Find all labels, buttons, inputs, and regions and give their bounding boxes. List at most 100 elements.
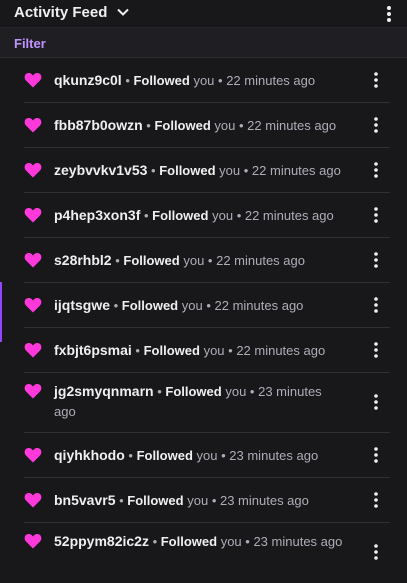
separator-dot: • <box>131 343 144 358</box>
username-link[interactable]: zeybvvkv1v53 <box>54 162 147 178</box>
activity-text: qiyhkhodo • Followed you • 23 minutes ag… <box>54 445 344 466</box>
heart-icon <box>24 448 42 463</box>
more-vertical-icon[interactable] <box>369 251 383 269</box>
activity-action: Followed <box>127 493 184 508</box>
heart-icon <box>24 298 42 313</box>
separator-dot: • <box>111 253 124 268</box>
activity-action: Followed <box>133 73 190 88</box>
filter-button[interactable]: Filter <box>14 36 46 51</box>
username-link[interactable]: p4hep3xon3f <box>54 207 140 223</box>
activity-target: you <box>220 534 242 549</box>
more-vertical-icon[interactable] <box>369 393 383 411</box>
username-link[interactable]: qkunz9c0l <box>54 72 122 88</box>
more-vertical-icon[interactable] <box>369 446 383 464</box>
heart-icon <box>24 493 42 508</box>
separator-dot: • <box>214 73 227 88</box>
more-vertical-icon[interactable] <box>369 341 383 359</box>
activity-text: zeybvvkv1v53 • Followed you • 22 minutes… <box>54 160 344 181</box>
list-item[interactable]: ijqtsgwe • Followed you • 22 minutes ago <box>24 283 390 328</box>
separator-dot: • <box>148 534 161 549</box>
activity-text: s28rhbl2 • Followed you • 22 minutes ago <box>54 250 344 271</box>
separator-dot: • <box>110 298 122 313</box>
username-link[interactable]: bn5vavr5 <box>54 492 115 508</box>
heart-icon <box>24 384 42 399</box>
separator-dot: • <box>202 298 215 313</box>
list-item[interactable]: s28rhbl2 • Followed you • 22 minutes ago <box>24 238 390 283</box>
activity-text: qkunz9c0l • Followed you • 22 minutes ag… <box>54 70 344 91</box>
activity-text: fxbjt6psmai • Followed you • 22 minutes … <box>54 340 344 361</box>
list-item[interactable]: zeybvvkv1v53 • Followed you • 22 minutes… <box>24 148 390 193</box>
list-item[interactable]: qkunz9c0l • Followed you • 22 minutes ag… <box>24 58 390 103</box>
username-link[interactable]: 52ppym82ic2z <box>54 533 149 549</box>
list-item[interactable]: 52ppym82ic2z • Followed you • 23 minutes… <box>24 523 390 583</box>
separator-dot: • <box>246 384 259 399</box>
activity-text: jg2smyqnmarn • Followed you • 23 minutes… <box>54 381 344 422</box>
list-item[interactable]: jg2smyqnmarn • Followed you • 23 minutes… <box>24 373 390 433</box>
separator-dot: • <box>153 384 166 399</box>
activity-text: fbb87b0owzn • Followed you • 22 minutes … <box>54 115 344 136</box>
separator-dot: • <box>147 163 160 178</box>
activity-text: 52ppym82ic2z • Followed you • 23 minutes… <box>54 531 344 552</box>
more-vertical-icon[interactable] <box>369 491 383 509</box>
separator-dot: • <box>115 493 128 508</box>
separator-dot: • <box>240 163 252 178</box>
more-vertical-icon[interactable] <box>369 543 383 561</box>
chevron-down-icon[interactable] <box>115 4 131 20</box>
activity-target: you <box>183 253 205 268</box>
page-title: Activity Feed <box>14 4 108 21</box>
heart-icon <box>24 253 42 268</box>
list-item[interactable]: fbb87b0owzn • Followed you • 22 minutes … <box>24 103 390 148</box>
timestamp: 22 minutes ago <box>244 208 334 223</box>
timestamp: 23 minutes ago <box>229 448 319 463</box>
activity-target: you <box>193 73 215 88</box>
list-item[interactable]: fxbjt6psmai • Followed you • 22 minutes … <box>24 328 390 373</box>
username-link[interactable]: s28rhbl2 <box>54 252 112 268</box>
username-link[interactable]: jg2smyqnmarn <box>54 383 154 399</box>
username-link[interactable]: fbb87b0owzn <box>54 117 143 133</box>
activity-action: Followed <box>152 208 209 223</box>
activity-action: Followed <box>121 298 179 313</box>
heart-icon <box>24 73 42 88</box>
activity-target: you <box>196 448 218 463</box>
more-vertical-icon[interactable] <box>369 296 383 314</box>
timestamp: 22 minutes ago <box>226 73 316 88</box>
heart-icon <box>24 343 42 358</box>
activity-action: Followed <box>143 343 200 358</box>
activity-target: you <box>225 384 247 399</box>
activity-target: you <box>187 493 209 508</box>
list-item[interactable]: qiyhkhodo • Followed you • 23 minutes ag… <box>24 433 390 478</box>
separator-dot: • <box>142 118 155 133</box>
activity-action: Followed <box>165 384 222 399</box>
separator-dot: • <box>124 448 137 463</box>
activity-text: bn5vavr5 • Followed you • 23 minutes ago <box>54 490 344 511</box>
more-vertical-icon[interactable] <box>369 161 383 179</box>
activity-action: Followed <box>160 534 218 549</box>
timestamp: 22 minutes ago <box>236 343 326 358</box>
username-link[interactable]: ijqtsgwe <box>54 297 110 313</box>
separator-dot: • <box>235 118 248 133</box>
activity-feed-header: Activity Feed <box>0 0 407 28</box>
activity-target: you <box>219 163 241 178</box>
more-vertical-icon[interactable] <box>381 4 397 24</box>
more-vertical-icon[interactable] <box>369 71 383 89</box>
timestamp: 23 minutes ago <box>219 493 309 508</box>
list-item[interactable]: bn5vavr5 • Followed you • 23 minutes ago <box>24 478 390 523</box>
username-link[interactable]: fxbjt6psmai <box>54 342 132 358</box>
activity-text: ijqtsgwe • Followed you • 22 minutes ago <box>54 295 344 316</box>
separator-dot: • <box>140 208 153 223</box>
timestamp: 22 minutes ago <box>247 118 337 133</box>
filter-bar: Filter <box>0 28 407 58</box>
separator-dot: • <box>208 493 220 508</box>
timestamp: 22 minutes ago <box>214 298 304 313</box>
list-item[interactable]: p4hep3xon3f • Followed you • 22 minutes … <box>24 193 390 238</box>
more-vertical-icon[interactable] <box>369 116 383 134</box>
username-link[interactable]: qiyhkhodo <box>54 447 125 463</box>
activity-target: you <box>203 343 225 358</box>
more-vertical-icon[interactable] <box>369 206 383 224</box>
separator-dot: • <box>204 253 217 268</box>
separator-dot: • <box>121 73 134 88</box>
activity-target: you <box>181 298 203 313</box>
activity-action: Followed <box>136 448 193 463</box>
heart-icon <box>24 118 42 133</box>
activity-text: p4hep3xon3f • Followed you • 22 minutes … <box>54 205 344 226</box>
